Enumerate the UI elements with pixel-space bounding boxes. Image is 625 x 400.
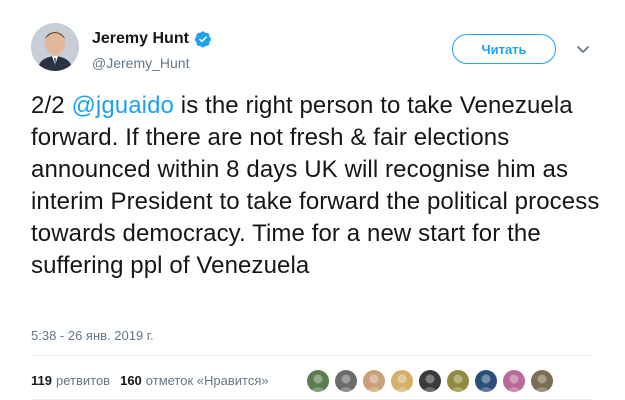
liker-avatar[interactable]	[446, 369, 470, 393]
mention-link[interactable]: @jguaido	[71, 92, 174, 119]
author-name-row: Jeremy Hunt	[92, 28, 212, 50]
verified-badge-icon	[194, 30, 212, 48]
likes-count: 160	[120, 373, 142, 388]
liker-avatar[interactable]	[474, 369, 498, 393]
liker-avatar[interactable]	[306, 369, 330, 393]
retweets-count: 119	[31, 373, 52, 388]
liker-avatar[interactable]	[530, 369, 554, 393]
liker-avatar[interactable]	[362, 369, 386, 393]
tweet-text: 2/2 @jguaido is the right person to take…	[31, 90, 611, 282]
liker-avatar[interactable]	[390, 369, 414, 393]
likes-label: отметок «Нравится»	[145, 373, 269, 388]
liker-avatars	[306, 369, 558, 393]
retweets-label: ретвитов	[55, 373, 111, 388]
author-handle[interactable]: @Jeremy_Hunt	[92, 55, 189, 71]
follow-button[interactable]: Читать	[452, 34, 556, 64]
liker-avatar[interactable]	[502, 369, 526, 393]
author-avatar[interactable]	[31, 23, 79, 71]
tweet-stats: 119 ретвитов 160 отметок «Нравится»	[31, 373, 269, 388]
tweet-timestamp[interactable]: 5:38 - 26 янв. 2019 г.	[31, 328, 154, 343]
divider	[31, 355, 593, 356]
liker-avatar[interactable]	[334, 369, 358, 393]
chevron-down-icon[interactable]	[575, 41, 591, 57]
tweet-body: is the right person to take Venezuela fo…	[31, 92, 600, 279]
tweet-prefix: 2/2	[31, 92, 72, 119]
tweet-card: Jeremy Hunt @Jeremy_Hunt Читать 2/2 @jgu…	[0, 0, 625, 400]
likes-stat[interactable]: 160 отметок «Нравится»	[120, 373, 269, 388]
retweets-stat[interactable]: 119 ретвитов	[31, 373, 110, 388]
author-display-name[interactable]: Jeremy Hunt	[92, 30, 189, 48]
liker-avatar[interactable]	[418, 369, 442, 393]
